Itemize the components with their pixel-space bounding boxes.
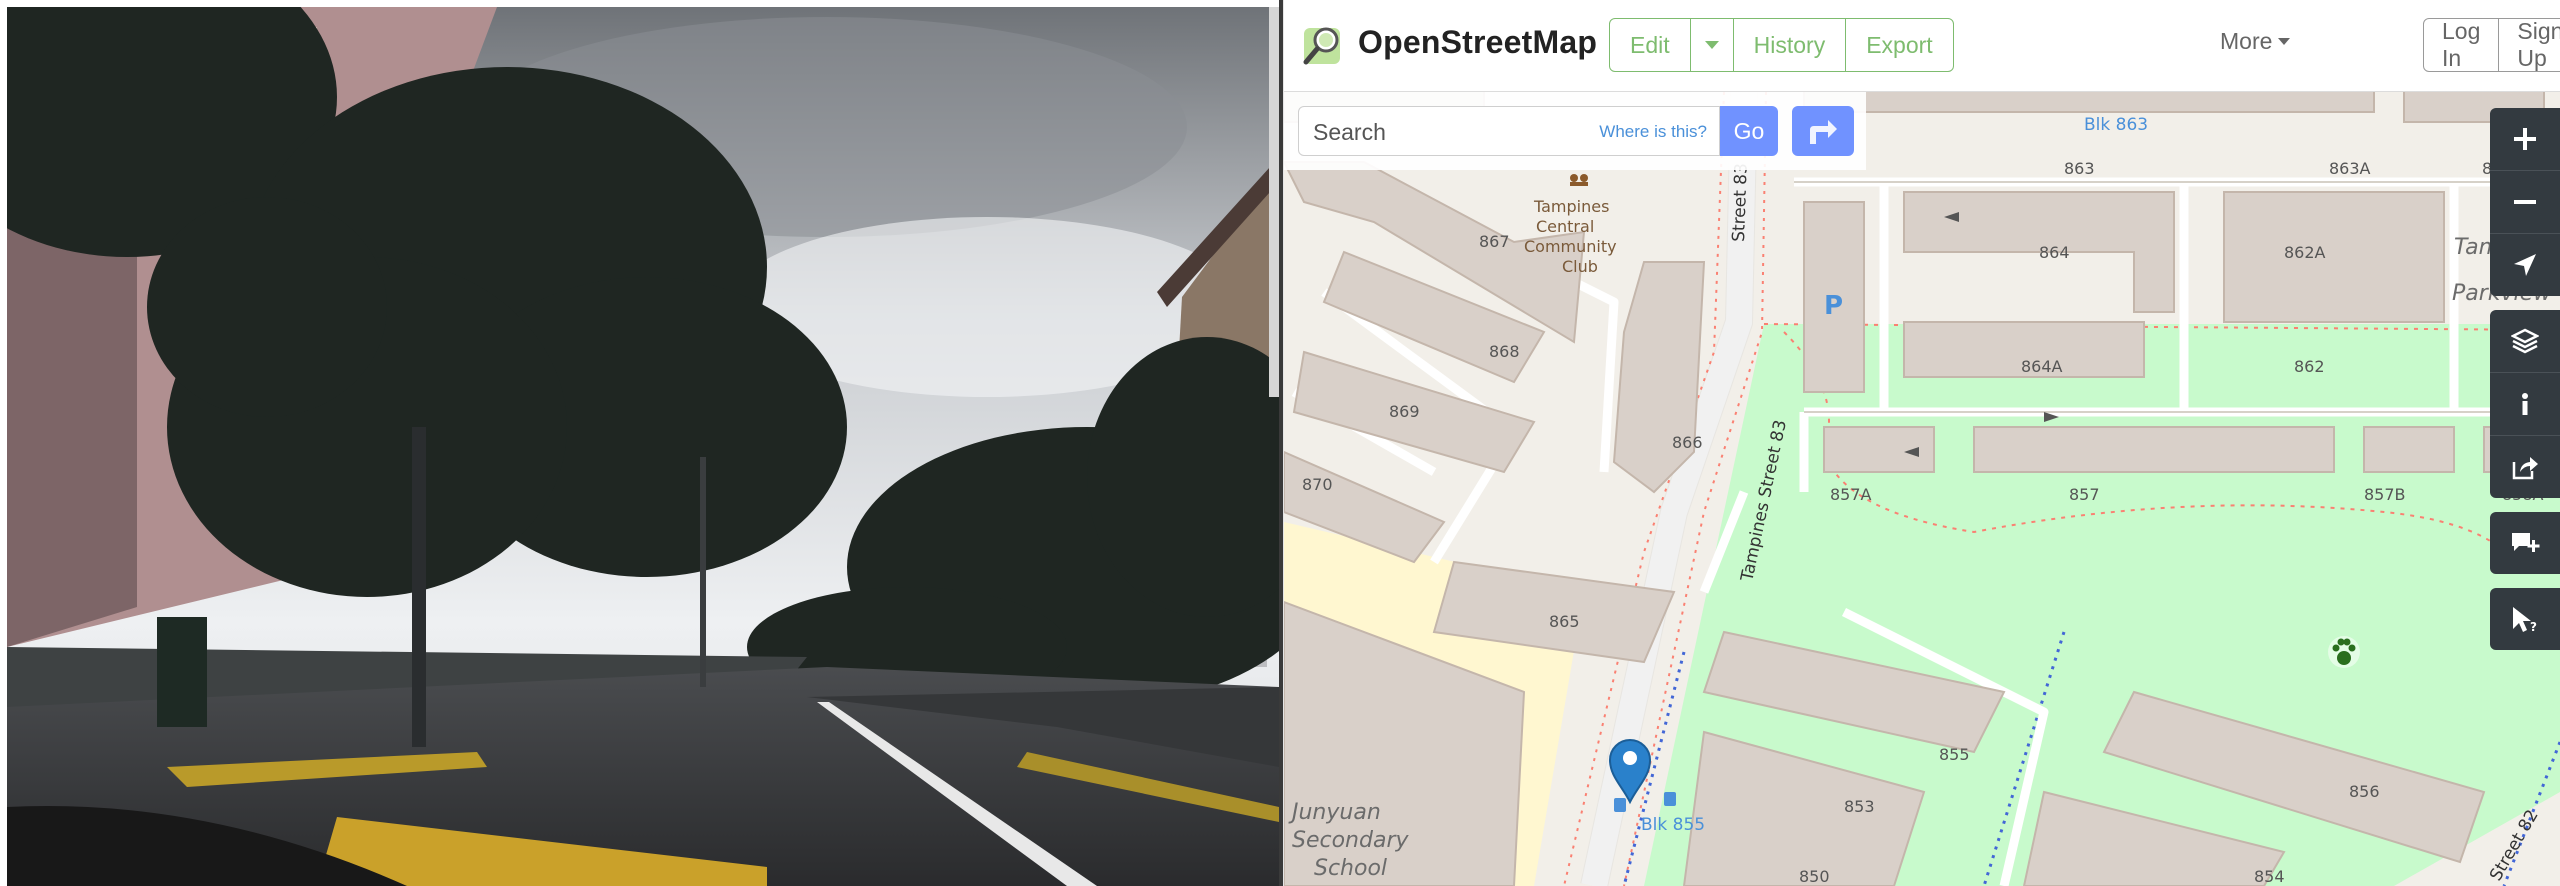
signup-button[interactable]: Sign Up bbox=[2498, 18, 2560, 72]
share-button[interactable] bbox=[2490, 436, 2560, 498]
label-street-top: Street 83 bbox=[1729, 163, 1752, 242]
label-863: 863 bbox=[2064, 159, 2095, 178]
zoom-in-icon bbox=[2514, 128, 2536, 150]
search-input[interactable] bbox=[1311, 107, 1565, 157]
locate-button[interactable] bbox=[2490, 234, 2560, 296]
auth-buttons: Log In Sign Up bbox=[2423, 18, 2560, 72]
label-blk-855: Blk 855 bbox=[1641, 815, 1705, 835]
label-870: 870 bbox=[1302, 475, 1333, 494]
label-club-2: Central bbox=[1536, 217, 1594, 236]
map-key-button[interactable] bbox=[2490, 373, 2560, 436]
label-club-3: Community bbox=[1524, 237, 1617, 256]
map-controls: ? bbox=[2490, 108, 2560, 650]
label-club-1: Tampines bbox=[1533, 197, 1609, 216]
label-857b: 857B bbox=[2364, 485, 2406, 504]
paw-icon bbox=[2328, 636, 2360, 668]
query-features-button[interactable]: ? bbox=[2490, 588, 2560, 650]
label-864: 864 bbox=[2039, 243, 2070, 262]
directions-icon bbox=[1810, 120, 1837, 144]
osm-header: OpenStreetMap Edit History Export More L… bbox=[1284, 0, 2560, 92]
label-school-1: Junyuan bbox=[1288, 800, 1381, 825]
label-867: 867 bbox=[1479, 232, 1510, 251]
label-862: 862 bbox=[2294, 357, 2325, 376]
brand-title[interactable]: OpenStreetMap bbox=[1358, 24, 1597, 61]
label-school-2: Secondary bbox=[1292, 828, 1409, 853]
zoom-out-button[interactable] bbox=[2490, 171, 2560, 234]
label-850: 850 bbox=[1799, 867, 1830, 886]
zoom-in-button[interactable] bbox=[2490, 108, 2560, 171]
directions-button[interactable] bbox=[1792, 106, 1854, 156]
dashcam-image bbox=[7, 7, 1279, 886]
search-box: Where is this? bbox=[1298, 106, 1720, 157]
chevron-down-icon bbox=[2278, 38, 2291, 45]
osm-panel: P Blk 863 863 863A 860B bbox=[1284, 0, 2560, 886]
label-865: 865 bbox=[1549, 612, 1580, 631]
label-school-3: School bbox=[1314, 856, 1387, 881]
map-canvas[interactable]: P Blk 863 863 863A 860B bbox=[1284, 71, 2560, 886]
label-club-4: Club bbox=[1562, 257, 1598, 276]
map-svg[interactable]: P Blk 863 863 863A 860B bbox=[1284, 71, 2560, 886]
label-864a: 864A bbox=[2021, 357, 2063, 376]
label-856: 856 bbox=[2349, 782, 2380, 801]
add-note-icon bbox=[2512, 533, 2540, 552]
info-icon bbox=[2522, 393, 2528, 415]
chevron-down-icon bbox=[1704, 41, 1719, 49]
query-features-icon: ? bbox=[2513, 607, 2537, 633]
label-857a: 857A bbox=[1830, 485, 1872, 504]
edit-button-group: Edit History Export bbox=[1609, 18, 1954, 72]
label-854: 854 bbox=[2254, 867, 2285, 886]
label-857: 857 bbox=[2069, 485, 2100, 504]
add-note-button[interactable] bbox=[2490, 512, 2560, 574]
locate-icon bbox=[2514, 254, 2536, 276]
label-868: 868 bbox=[1489, 342, 1520, 361]
login-button[interactable]: Log In bbox=[2423, 18, 2500, 72]
parking-icon: P bbox=[1824, 291, 1843, 321]
layers-icon bbox=[2511, 328, 2539, 354]
street-view-photo bbox=[7, 7, 1279, 886]
where-is-this-link[interactable]: Where is this? bbox=[1599, 122, 1707, 142]
more-label: More bbox=[2220, 28, 2273, 54]
edit-button[interactable]: Edit bbox=[1609, 18, 1691, 72]
label-855: 855 bbox=[1939, 745, 1970, 764]
layers-button[interactable] bbox=[2490, 310, 2560, 373]
svg-text:?: ? bbox=[2530, 620, 2537, 633]
label-blk-863-top: Blk 863 bbox=[2084, 115, 2148, 135]
label-853: 853 bbox=[1844, 797, 1875, 816]
history-button[interactable]: History bbox=[1732, 18, 1847, 72]
label-863a: 863A bbox=[2329, 159, 2371, 178]
search-panel: Where is this? Go bbox=[1284, 92, 1866, 170]
label-869: 869 bbox=[1389, 402, 1420, 421]
edit-dropdown-button[interactable] bbox=[1689, 18, 1734, 72]
label-862a: 862A bbox=[2284, 243, 2326, 262]
osm-logo-icon[interactable] bbox=[1300, 22, 1346, 68]
go-button[interactable]: Go bbox=[1720, 106, 1778, 156]
label-866: 866 bbox=[1672, 433, 1703, 452]
more-menu-button[interactable]: More bbox=[2220, 28, 2291, 55]
share-icon bbox=[2512, 457, 2538, 480]
zoom-out-icon bbox=[2514, 200, 2536, 204]
export-button[interactable]: Export bbox=[1845, 18, 1954, 72]
